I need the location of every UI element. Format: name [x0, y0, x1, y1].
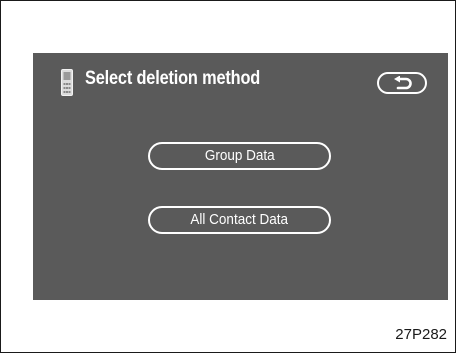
display-screen: Select deletion method Group Data All Co…	[33, 53, 448, 300]
phone-icon	[61, 69, 73, 96]
figure-frame: Select deletion method Group Data All Co…	[0, 0, 456, 353]
figure-code: 27P282	[395, 326, 447, 343]
group-data-label: Group Data	[204, 147, 275, 164]
back-button[interactable]	[377, 72, 427, 94]
all-contact-data-button[interactable]: All Contact Data	[148, 206, 331, 234]
group-data-button[interactable]: Group Data	[148, 142, 331, 170]
all-contact-data-label: All Contact Data	[190, 211, 289, 228]
return-arrow-icon	[394, 76, 412, 90]
screen-title: Select deletion method	[85, 68, 261, 89]
